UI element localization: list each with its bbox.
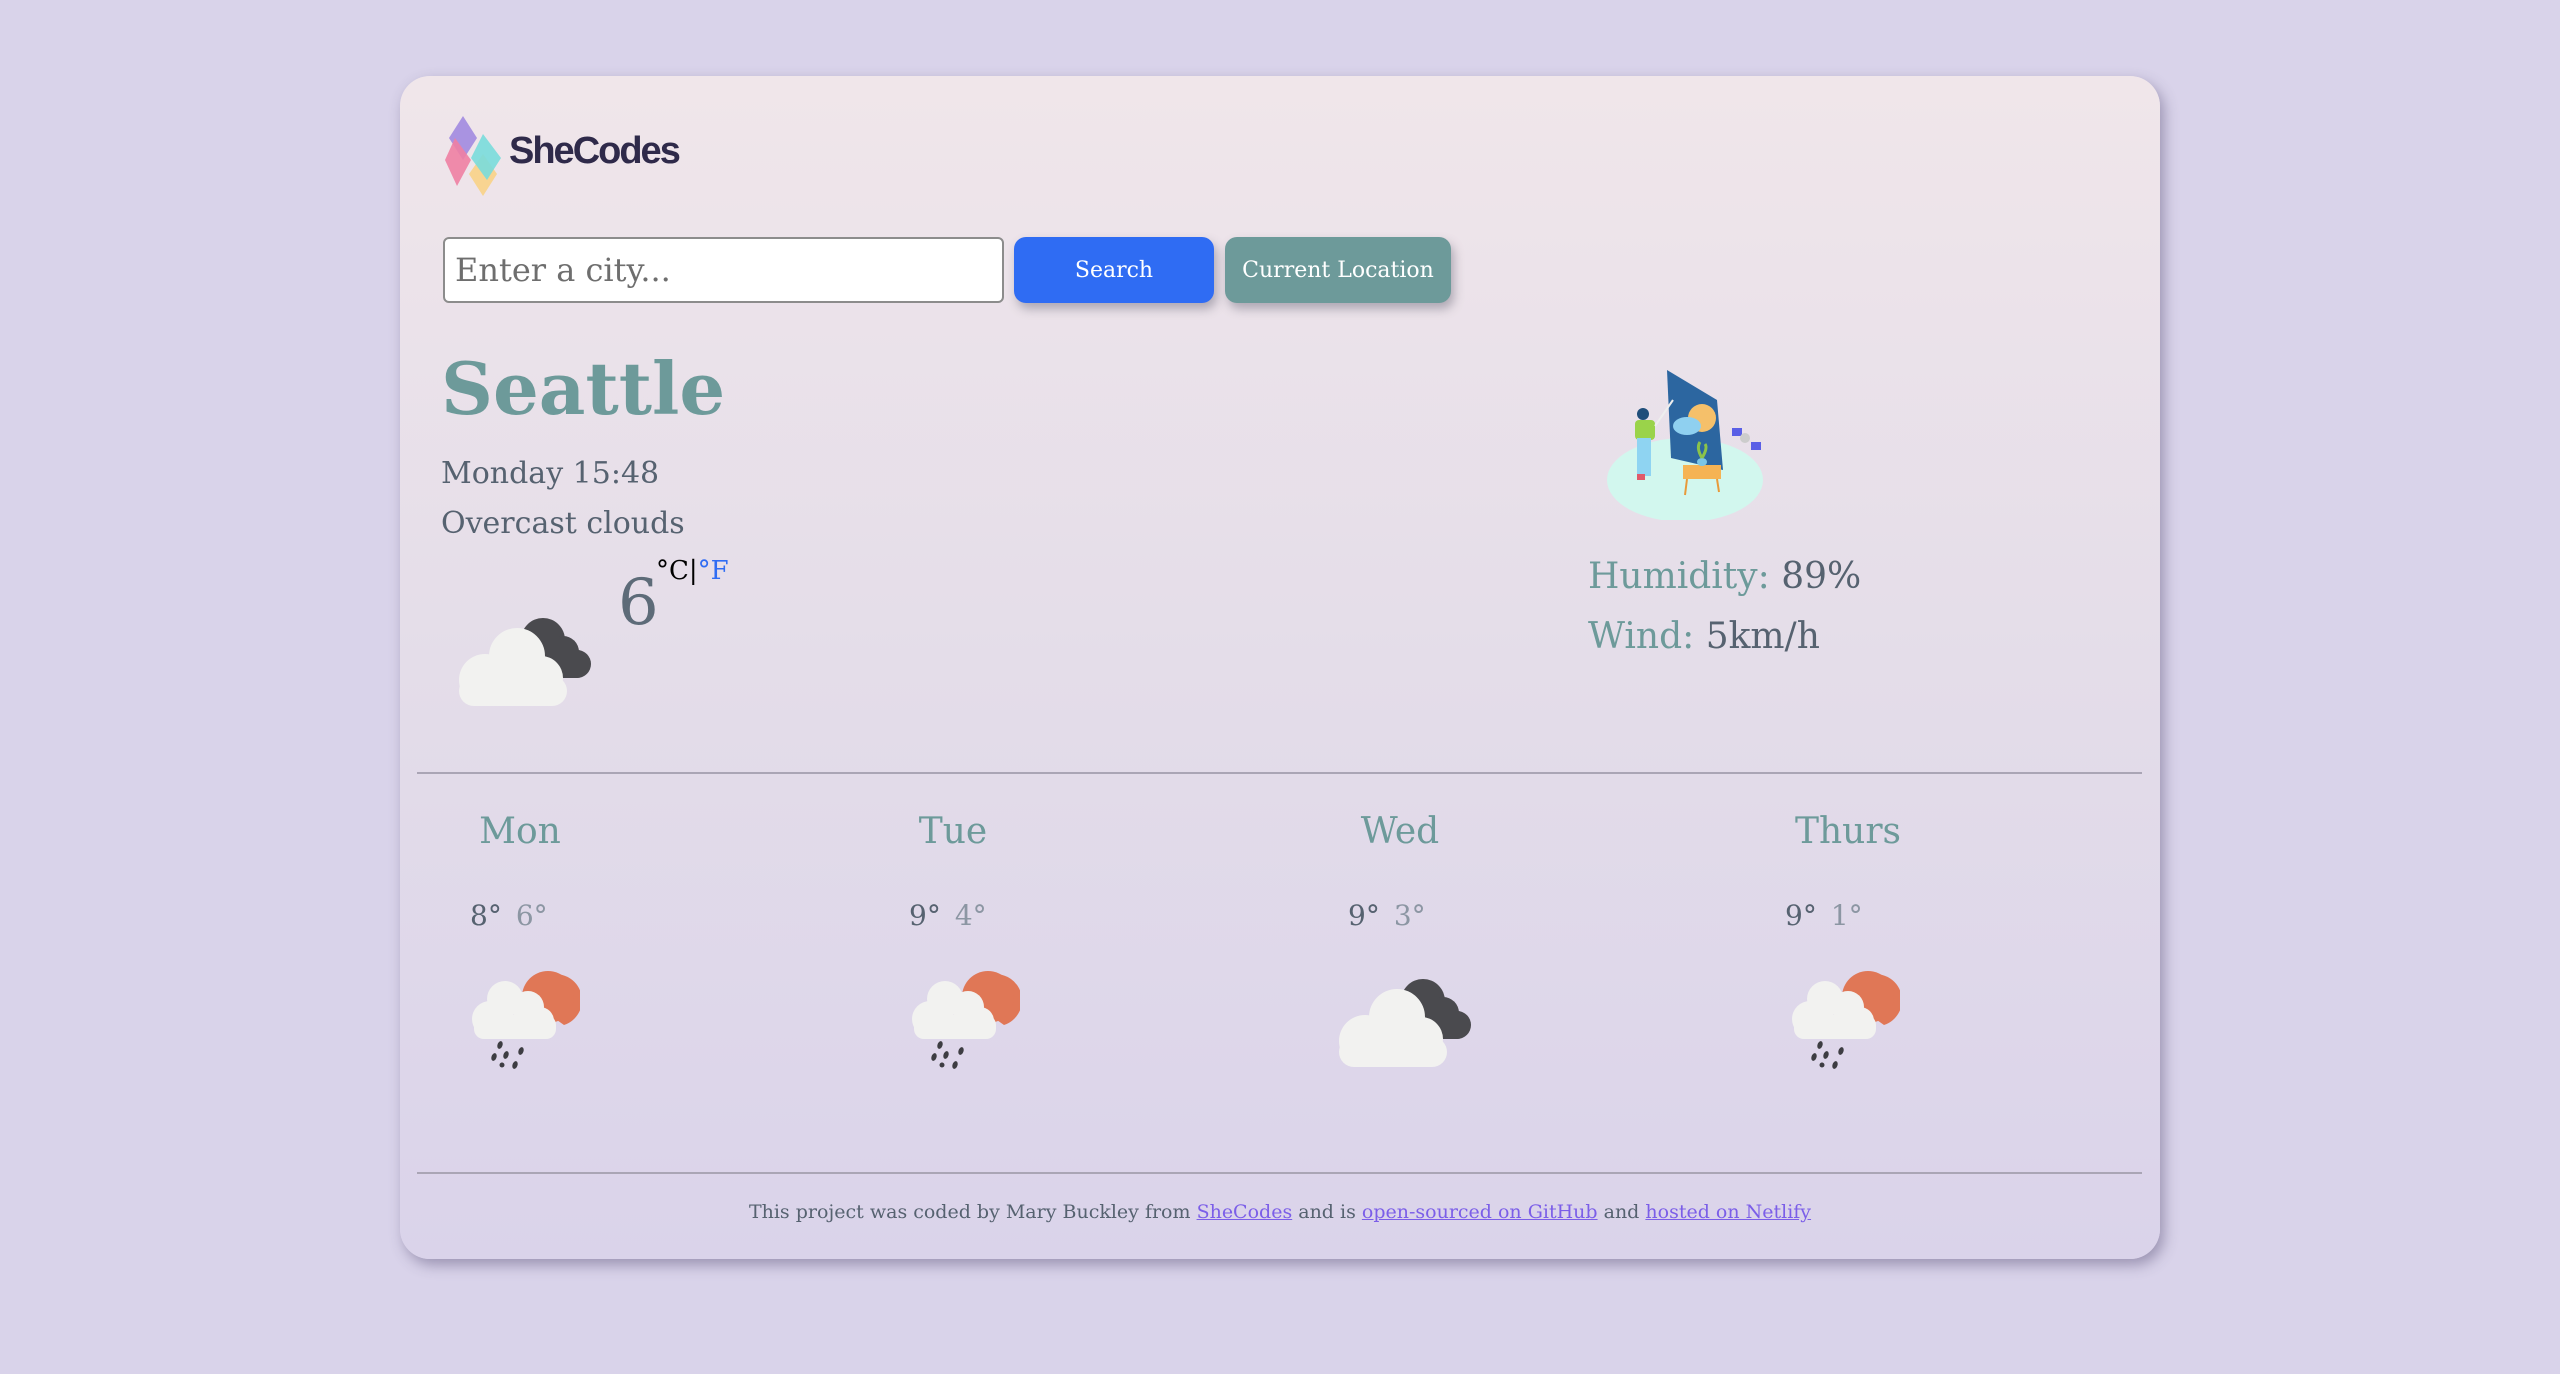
shecodes-logo-icon bbox=[445, 116, 501, 196]
overcast-clouds-icon bbox=[1325, 961, 1475, 1071]
forecast-day-name: Mon bbox=[479, 811, 561, 852]
shecodes-logo[interactable]: SheCodes bbox=[445, 116, 681, 196]
footer-text: This project was coded by Mary Buckley f… bbox=[748, 1201, 1197, 1223]
forecast-temps: 9° 3° bbox=[1348, 899, 1426, 932]
footer-text: and bbox=[1597, 1201, 1646, 1223]
forecast-temps: 8° 6° bbox=[470, 899, 548, 932]
netlify-link[interactable]: hosted on Netlify bbox=[1645, 1201, 1811, 1223]
footer-text: and is bbox=[1292, 1201, 1362, 1223]
wind-value: 5km/h bbox=[1705, 616, 1820, 657]
search-button[interactable]: Search bbox=[1014, 237, 1214, 303]
forecast-max: 9° bbox=[1785, 899, 1817, 932]
current-location-button[interactable]: Current Location bbox=[1225, 237, 1451, 303]
unit-toggle: °C|°F bbox=[656, 556, 729, 586]
unit-separator: | bbox=[688, 556, 698, 586]
logo-text: SheCodes bbox=[509, 130, 681, 172]
forecast-min: 1° bbox=[1830, 899, 1863, 932]
forecast-day-name: Tue bbox=[918, 811, 988, 852]
humidity: Humidity: 89% bbox=[1588, 556, 1861, 597]
humidity-value: 89% bbox=[1781, 556, 1862, 597]
divider-top bbox=[417, 772, 2142, 774]
weather-presenter-illustration bbox=[1605, 370, 1770, 522]
fahrenheit-link[interactable]: °F bbox=[698, 556, 729, 586]
weather-description: Overcast clouds bbox=[441, 506, 685, 541]
forecast-max: 9° bbox=[1348, 899, 1380, 932]
footer: This project was coded by Mary Buckley f… bbox=[400, 1201, 2160, 1223]
forecast-max: 9° bbox=[909, 899, 941, 932]
wind-label: Wind: bbox=[1588, 616, 1695, 657]
forecast-max: 8° bbox=[470, 899, 502, 932]
current-datetime: Monday 15:48 bbox=[441, 456, 660, 491]
divider-bottom bbox=[417, 1172, 2142, 1174]
city-search-input[interactable] bbox=[443, 237, 1004, 303]
github-link[interactable]: open-sourced on GitHub bbox=[1362, 1201, 1598, 1223]
celsius-link[interactable]: °C bbox=[656, 556, 689, 586]
forecast-temps: 9° 4° bbox=[909, 899, 987, 932]
forecast-min: 3° bbox=[1393, 899, 1426, 932]
current-temperature: 6 bbox=[618, 566, 659, 640]
forecast-temps: 9° 1° bbox=[1785, 899, 1863, 932]
overcast-clouds-icon bbox=[445, 600, 595, 710]
weather-card: SheCodes Search Current Location Seattle… bbox=[400, 76, 2160, 1259]
forecast-min: 4° bbox=[954, 899, 987, 932]
forecast-day-name: Wed bbox=[1360, 811, 1440, 852]
forecast-min: 6° bbox=[515, 899, 548, 932]
rain-sun-icon bbox=[900, 961, 1022, 1071]
city-name: Seattle bbox=[441, 346, 726, 431]
rain-sun-icon bbox=[1780, 961, 1902, 1071]
wind: Wind: 5km/h bbox=[1588, 616, 1820, 657]
shecodes-link[interactable]: SheCodes bbox=[1197, 1201, 1293, 1223]
rain-sun-icon bbox=[460, 961, 582, 1071]
forecast-day-name: Thurs bbox=[1794, 811, 1902, 852]
humidity-label: Humidity: bbox=[1588, 556, 1770, 597]
